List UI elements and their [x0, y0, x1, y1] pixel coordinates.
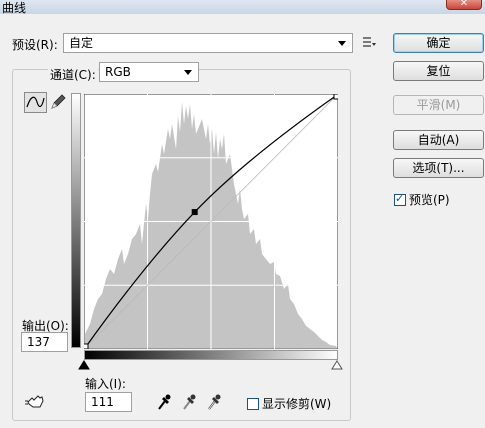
channel-value: RGB: [105, 65, 131, 79]
curve-endpoint-black[interactable]: [84, 343, 89, 349]
options-button[interactable]: 选项(T)...: [393, 158, 484, 178]
input-gradient-bar: [84, 350, 338, 360]
output-gradient-bar: [71, 93, 81, 348]
curve-tool-icon[interactable]: [24, 92, 47, 113]
show-clipping-checkbox[interactable]: 显示修剪(W): [247, 395, 331, 412]
show-clipping-label: 显示修剪(W): [262, 397, 332, 411]
input-label: 输入(I):: [85, 377, 126, 391]
chevron-down-icon: [184, 70, 192, 75]
chevron-down-icon: [338, 41, 346, 46]
preset-label: 预设(R):: [12, 38, 58, 52]
title-bar: 曲线 ✕: [0, 0, 485, 15]
ok-button[interactable]: 确定: [393, 33, 484, 53]
channel-select[interactable]: RGB: [99, 62, 199, 82]
curve-control-point[interactable]: [191, 209, 198, 216]
input-input[interactable]: 111: [85, 392, 132, 412]
preview-checkbox[interactable]: 预览(P): [394, 191, 450, 208]
white-eyedropper-icon[interactable]: [206, 393, 222, 411]
white-point-slider[interactable]: [331, 360, 343, 370]
reset-button[interactable]: 复位: [393, 61, 484, 81]
smooth-button[interactable]: 平滑(M): [393, 95, 484, 115]
black-eyedropper-icon[interactable]: [156, 393, 172, 411]
preview-label: 预览(P): [409, 193, 450, 207]
output-input[interactable]: 137: [21, 332, 68, 352]
auto-button[interactable]: 自动(A): [393, 130, 484, 150]
preview-check-icon: [394, 192, 406, 206]
channel-label: 通道(C):: [48, 66, 98, 83]
preset-menu-icon[interactable]: [362, 35, 376, 49]
preset-select[interactable]: 自定: [63, 33, 353, 53]
target-adjust-icon[interactable]: [24, 393, 46, 411]
pencil-tool-icon[interactable]: [49, 93, 67, 111]
close-button[interactable]: ✕: [446, 0, 482, 10]
curve-graph[interactable]: [84, 94, 338, 349]
gray-eyedropper-icon[interactable]: [181, 393, 197, 411]
show-clipping-check-icon: [247, 398, 259, 410]
black-point-slider[interactable]: [78, 360, 90, 370]
preset-value: 自定: [69, 36, 94, 50]
window-title: 曲线: [2, 1, 27, 15]
curve-endpoint-white[interactable]: [333, 94, 338, 100]
